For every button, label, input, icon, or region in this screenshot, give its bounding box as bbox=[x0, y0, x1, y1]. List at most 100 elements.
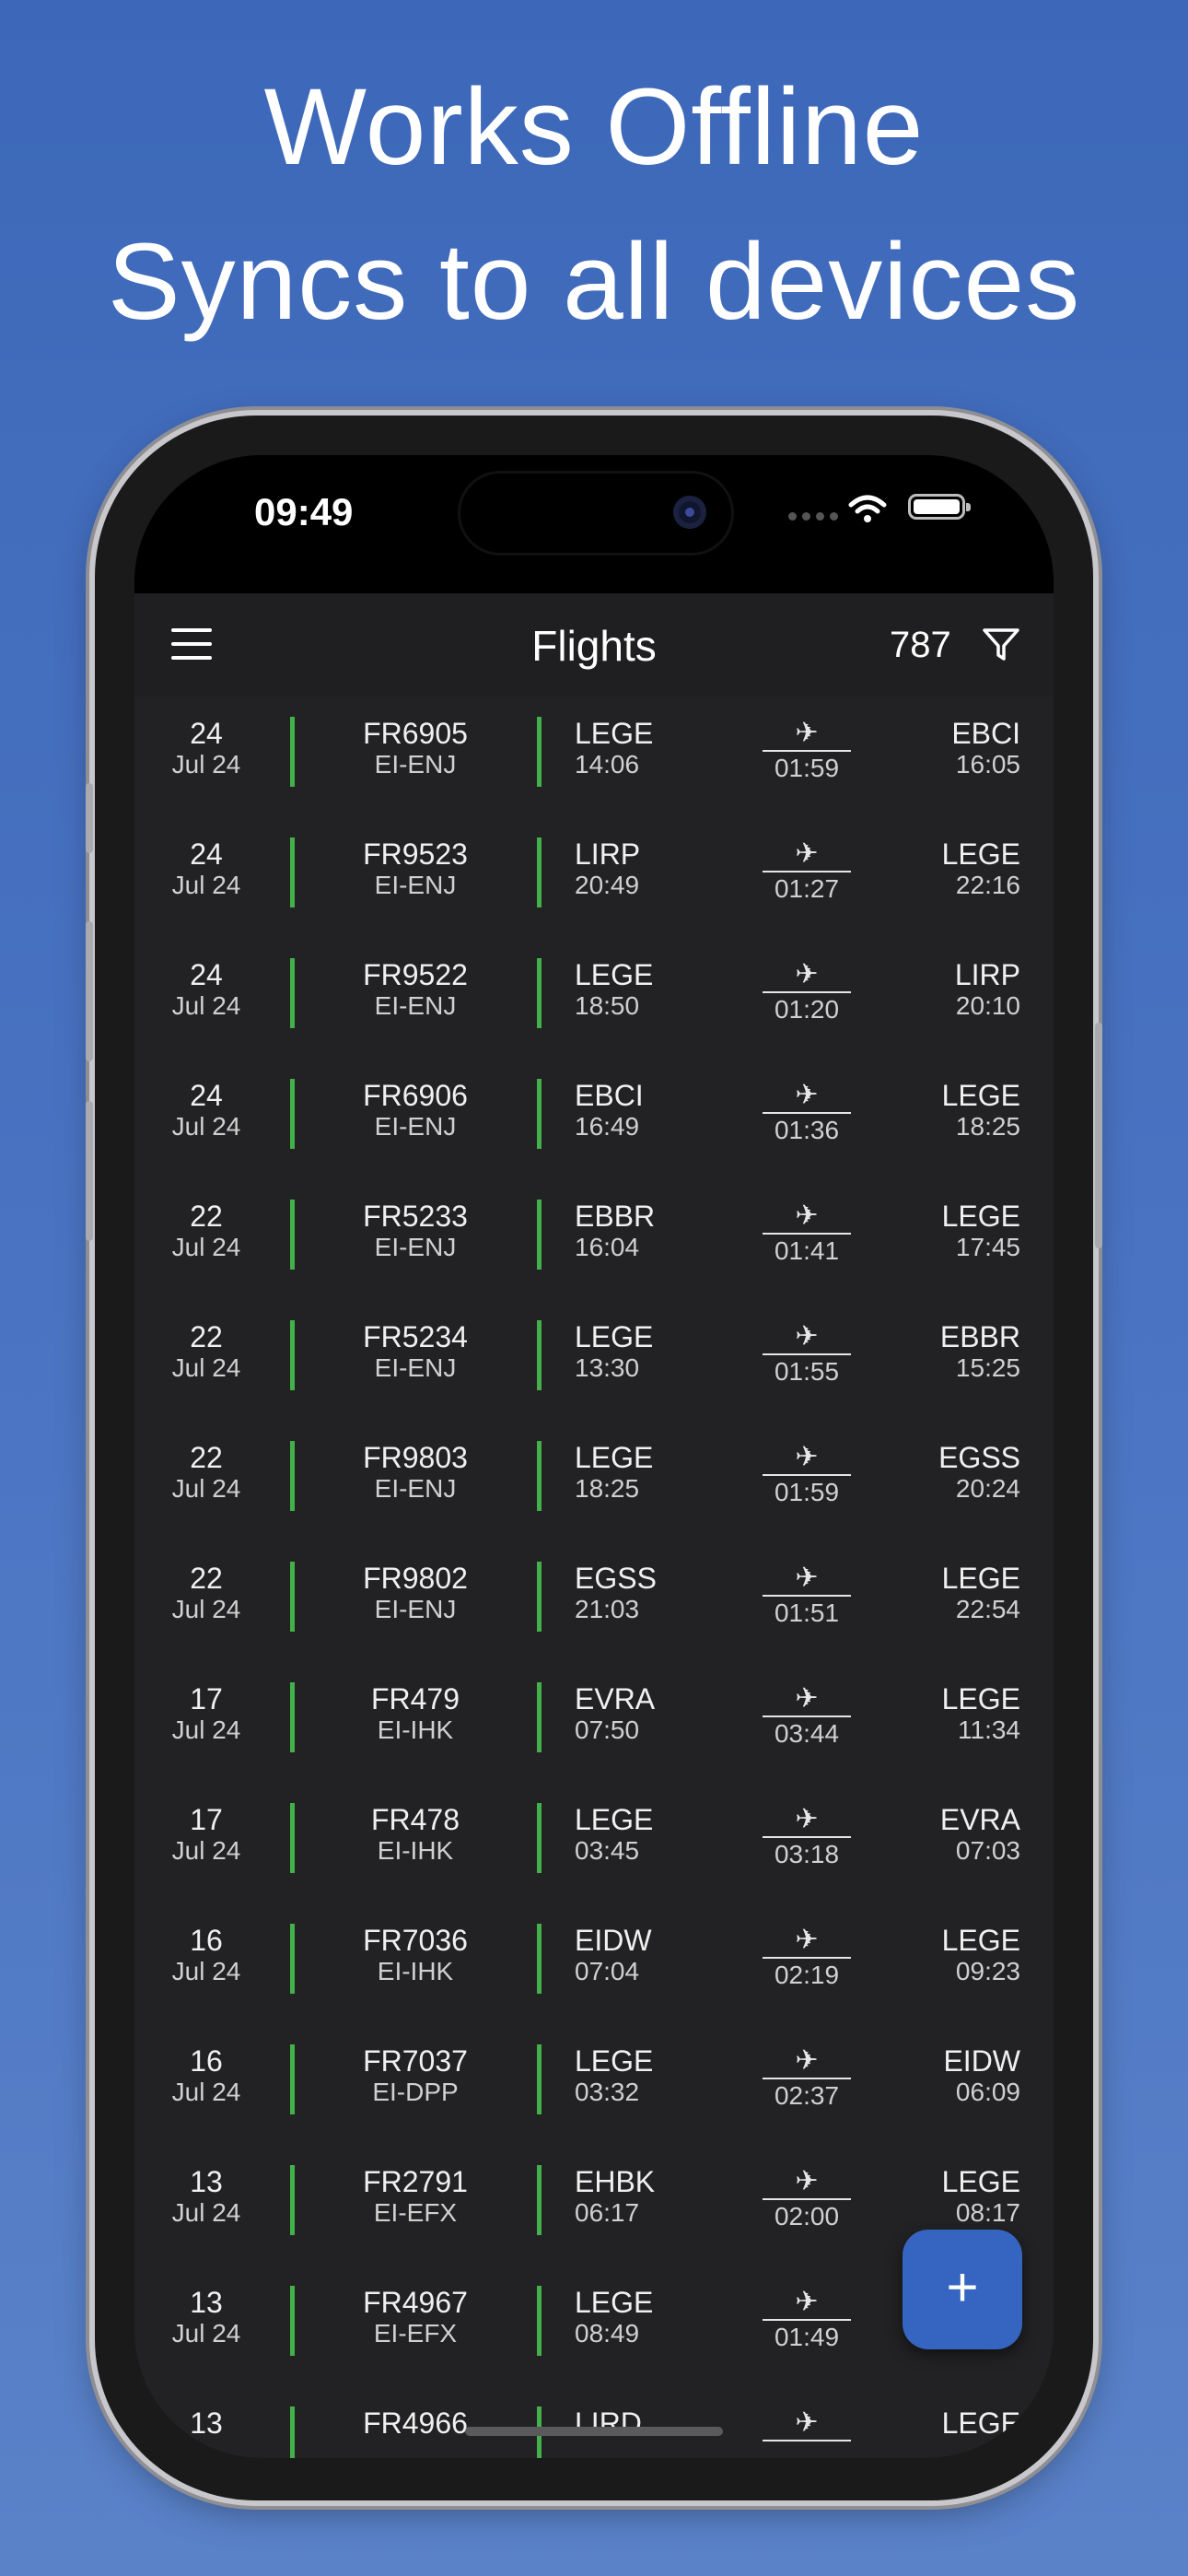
flight-row[interactable]: 24 Jul 24 FR6906 EI-ENJ EBCI 16:49 ✈ 01:36 LEGE 1… bbox=[134, 1059, 1054, 1179]
flight-month: Jul 24 bbox=[171, 2198, 241, 2227]
aircraft-registration: EI-ENJ bbox=[374, 1595, 457, 1623]
duration-line bbox=[763, 1474, 851, 1476]
flight-row[interactable]: 22 Jul 24 FR9802 EI-ENJ EGSS 21:03 ✈ 01:51 LEGE 2… bbox=[134, 1541, 1054, 1662]
airplane-icon: ✈ bbox=[795, 2407, 819, 2438]
home-indicator[interactable] bbox=[465, 2427, 723, 2436]
duration-line bbox=[763, 2440, 851, 2441]
flight-row[interactable]: 16 Jul 24 FR7037 EI-DPP LEGE 03:32 ✈ 02:37 EIDW 0… bbox=[134, 2024, 1054, 2145]
flight-duration: ✈ 01:59 bbox=[751, 717, 862, 783]
add-flight-button[interactable]: + bbox=[903, 2230, 1022, 2349]
flight-info: FR479 EI-IHK bbox=[337, 1682, 494, 1745]
arrival: LEGE 22:54 bbox=[890, 1562, 1020, 1624]
flight-day: 13 bbox=[190, 2406, 223, 2440]
flight-info: FR7037 EI-DPP bbox=[337, 2044, 494, 2107]
flight-number: FR479 bbox=[370, 1682, 460, 1715]
flight-date: 17 Jul 24 bbox=[151, 1803, 262, 1866]
wifi-icon bbox=[848, 495, 887, 522]
arrival: LEGE 18:25 bbox=[890, 1079, 1020, 1142]
signal-dots-icon bbox=[788, 509, 844, 525]
departure-airport: LEGE bbox=[575, 1441, 654, 1474]
flight-row[interactable]: 22 Jul 24 FR9803 EI-ENJ LEGE 18:25 ✈ 01:59 EGSS 2… bbox=[134, 1421, 1054, 1541]
duration-value: 01:59 bbox=[774, 1478, 840, 1506]
arrival: LEGE 22:16 bbox=[890, 837, 1020, 900]
volume-down-button bbox=[86, 1101, 93, 1241]
filter-icon[interactable] bbox=[982, 626, 1020, 663]
flight-duration: ✈ 01:41 bbox=[751, 1200, 862, 1266]
flight-date: 24 Jul 24 bbox=[151, 837, 262, 900]
flight-number: FR4967 bbox=[363, 2286, 468, 2319]
flight-number: FR9802 bbox=[363, 1562, 468, 1595]
volume-up-button bbox=[86, 921, 93, 1061]
flight-row[interactable]: 24 Jul 24 FR6905 EI-ENJ LEGE 14:06 ✈ 01:59 EBCI 1… bbox=[134, 697, 1054, 817]
row-divider bbox=[290, 2286, 295, 2356]
airplane-icon: ✈ bbox=[795, 1683, 819, 1714]
flight-month: Jul 24 bbox=[171, 1353, 241, 1382]
flight-month: Jul 24 bbox=[171, 871, 241, 899]
flight-duration: ✈ 01:49 bbox=[751, 2286, 862, 2352]
flight-row[interactable]: 24 Jul 24 FR9522 EI-ENJ LEGE 18:50 ✈ 01:20 LIRP 2… bbox=[134, 938, 1054, 1059]
arrival-airport: LEGE bbox=[941, 1562, 1020, 1595]
departure-airport: LEGE bbox=[575, 1803, 654, 1836]
flight-date: 24 Jul 24 bbox=[151, 1079, 262, 1142]
departure-time: 16:04 bbox=[575, 1233, 640, 1261]
row-divider bbox=[290, 958, 295, 1028]
row-divider bbox=[537, 717, 542, 787]
arrival-airport: LEGE bbox=[941, 1200, 1020, 1233]
duration-line bbox=[763, 1957, 851, 1959]
flight-number: FR9803 bbox=[363, 1441, 468, 1474]
flight-day: 17 bbox=[190, 1682, 223, 1715]
flight-duration: ✈ 02:37 bbox=[751, 2044, 862, 2111]
flight-number: FR6906 bbox=[363, 1079, 468, 1112]
row-divider bbox=[537, 1441, 542, 1511]
flight-date: 16 Jul 24 bbox=[151, 2044, 262, 2107]
flight-month: Jul 24 bbox=[171, 1715, 241, 1744]
arrival: LEGE 17:45 bbox=[890, 1200, 1020, 1262]
arrival-time: 07:03 bbox=[955, 1836, 1020, 1865]
flight-day: 17 bbox=[190, 1803, 223, 1836]
flight-row[interactable]: 24 Jul 24 FR9523 EI-ENJ LIRP 20:49 ✈ 01:27 LEGE 2… bbox=[134, 817, 1054, 938]
duration-value: 01:49 bbox=[774, 2323, 840, 2351]
duration-value: 01:51 bbox=[774, 1598, 840, 1627]
departure: EBBR 16:04 bbox=[575, 1200, 704, 1262]
flight-number: FR9522 bbox=[363, 958, 468, 991]
flight-row[interactable]: 17 Jul 24 FR479 EI-IHK EVRA 07:50 ✈ 03:44 LEGE 11… bbox=[134, 1662, 1054, 1783]
flight-row[interactable]: 22 Jul 24 FR5233 EI-ENJ EBBR 16:04 ✈ 01:41 LEGE 1… bbox=[134, 1179, 1054, 1300]
airplane-icon: ✈ bbox=[795, 838, 819, 869]
flight-row[interactable]: 13 FR4966 LIRD ✈ LEGE bbox=[134, 2386, 1054, 2458]
arrival-time: 15:25 bbox=[955, 1353, 1020, 1382]
silent-switch bbox=[86, 783, 93, 853]
departure-airport: LEGE bbox=[575, 717, 654, 750]
headline-line-2: Syncs to all devices bbox=[107, 221, 1081, 343]
flight-date: 22 Jul 24 bbox=[151, 1200, 262, 1262]
airplane-icon: ✈ bbox=[795, 2287, 819, 2317]
arrival-time: 09:23 bbox=[955, 1957, 1020, 1985]
arrival-time: 18:25 bbox=[955, 1112, 1020, 1141]
flight-day: 13 bbox=[190, 2165, 223, 2198]
aircraft-registration: EI-ENJ bbox=[374, 871, 457, 899]
flight-number: FR7037 bbox=[363, 2044, 468, 2078]
duration-line bbox=[763, 750, 851, 752]
flight-number: FR5233 bbox=[363, 1200, 468, 1233]
flight-date: 13 bbox=[151, 2406, 262, 2440]
arrival: EVRA 07:03 bbox=[890, 1803, 1020, 1866]
row-divider bbox=[290, 1924, 295, 1994]
arrival: LEGE 08:17 bbox=[890, 2165, 1020, 2228]
flight-duration: ✈ bbox=[751, 2406, 862, 2443]
flight-row[interactable]: 16 Jul 24 FR7036 EI-IHK EIDW 07:04 ✈ 02:19 LEGE 0… bbox=[134, 1903, 1054, 2024]
flight-row[interactable]: 22 Jul 24 FR5234 EI-ENJ LEGE 13:30 ✈ 01:55 EBBR 1… bbox=[134, 1300, 1054, 1421]
departure: LEGE 18:25 bbox=[575, 1441, 704, 1504]
row-divider bbox=[537, 1924, 542, 1994]
arrival: LEGE 11:34 bbox=[890, 1682, 1020, 1745]
departure: LEGE 13:30 bbox=[575, 1320, 704, 1383]
flight-row[interactable]: 17 Jul 24 FR478 EI-IHK LEGE 03:45 ✈ 03:18 EVRA 07… bbox=[134, 1783, 1054, 1903]
flight-info: FR4967 EI-EFX bbox=[337, 2286, 494, 2348]
battery-icon bbox=[908, 494, 971, 520]
aircraft-registration: EI-ENJ bbox=[374, 1474, 457, 1503]
row-divider bbox=[537, 1079, 542, 1149]
flight-info: FR2791 EI-EFX bbox=[337, 2165, 494, 2228]
flight-info: FR5234 EI-ENJ bbox=[337, 1320, 494, 1383]
flight-info: FR9803 EI-ENJ bbox=[337, 1441, 494, 1504]
departure: LEGE 18:50 bbox=[575, 958, 704, 1021]
departure: EIDW 07:04 bbox=[575, 1924, 704, 1986]
arrival-airport: EBBR bbox=[939, 1320, 1020, 1353]
